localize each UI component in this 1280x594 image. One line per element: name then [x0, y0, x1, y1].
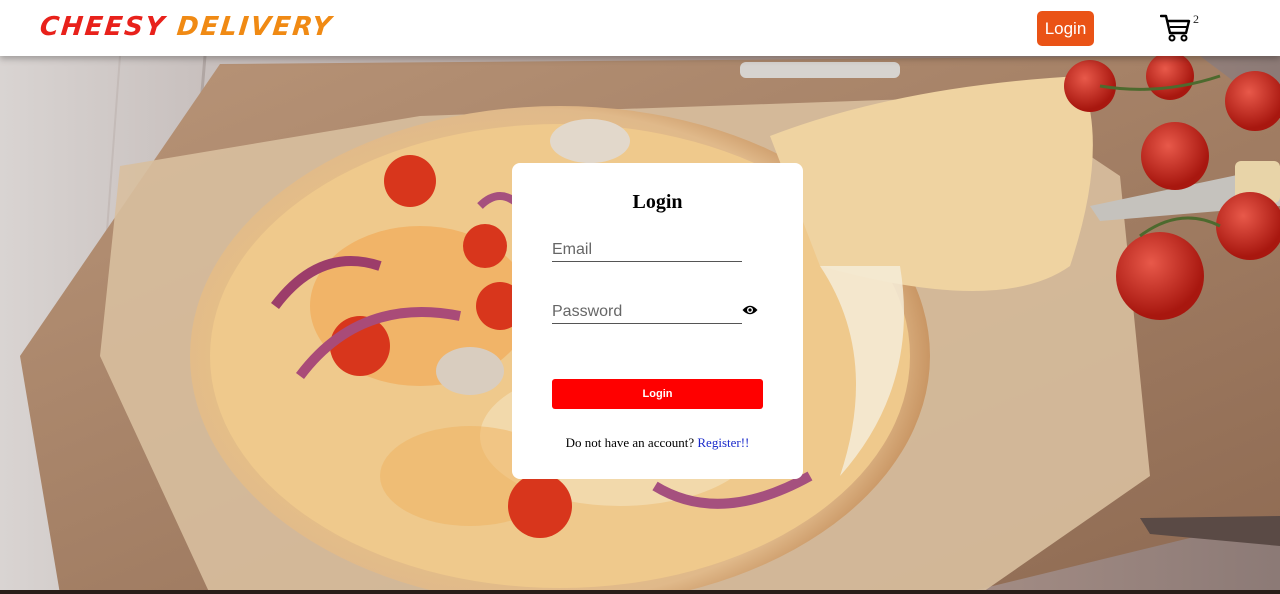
header-login-button[interactable]: Login	[1037, 11, 1094, 46]
brand-name-part2: DELIVERY	[175, 12, 335, 42]
register-prompt: Do not have an account? Register!!	[512, 435, 803, 451]
bottom-edge	[0, 590, 1280, 594]
cart-count-badge: 2	[1193, 12, 1199, 26]
login-title: Login	[632, 191, 683, 213]
register-prompt-text: Do not have an account?	[565, 435, 695, 450]
email-field[interactable]	[552, 238, 742, 262]
cart-button[interactable]: 2	[1160, 12, 1199, 44]
login-card: Login Login Do not have an account? Regi…	[512, 163, 803, 479]
login-submit-button[interactable]: Login	[552, 379, 763, 409]
eye-icon[interactable]	[742, 303, 758, 317]
brand-name-part1: CHEESY	[38, 12, 168, 42]
cart-icon	[1160, 14, 1191, 42]
brand-logo[interactable]: CHEESY DELIVERY	[38, 10, 334, 44]
top-navbar: CHEESY DELIVERY Login 2	[0, 0, 1280, 56]
password-field[interactable]	[552, 300, 742, 324]
register-link[interactable]: Register!!	[697, 435, 749, 450]
